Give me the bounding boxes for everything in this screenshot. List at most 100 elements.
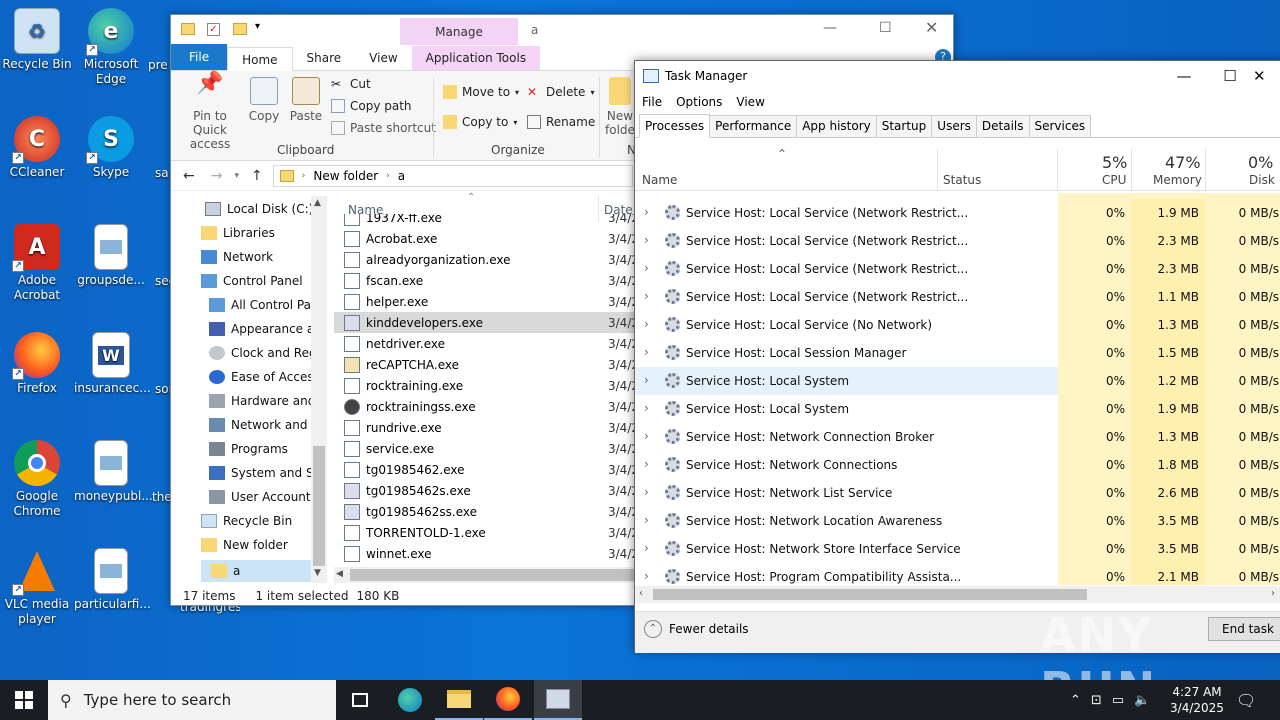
new-folder-qa-icon[interactable] bbox=[233, 23, 247, 35]
network-tray-icon[interactable]: ⊡ bbox=[1091, 693, 1102, 708]
column-status[interactable]: Status bbox=[943, 173, 981, 187]
nav-recycle-bin[interactable]: Recycle Bin bbox=[201, 514, 311, 528]
process-hscrollbar[interactable]: ‹ › bbox=[635, 586, 1280, 603]
copy-to-button[interactable]: Copy to ▾ bbox=[443, 115, 517, 129]
file-row[interactable]: service.exe3/4/2 bbox=[344, 438, 634, 459]
process-row[interactable]: › Service Host: Network Store Interface S… bbox=[635, 535, 1280, 563]
move-to-button[interactable]: Move to ▾ bbox=[443, 85, 519, 99]
tab-services[interactable]: Services bbox=[1028, 115, 1092, 137]
delete-button[interactable]: ✕ Delete ▾ bbox=[527, 85, 594, 99]
desktop-icon-vlc[interactable]: ↗ VLC media player bbox=[0, 548, 74, 627]
nav-network-internet[interactable]: Network and Ir bbox=[209, 418, 311, 432]
file-row[interactable]: winnet.exe3/4/2 bbox=[344, 543, 634, 564]
nav-scroll-thumb[interactable] bbox=[313, 446, 325, 566]
desktop-icon-groupsde[interactable]: groupsde... bbox=[74, 224, 148, 288]
close-button[interactable]: ✕ bbox=[1253, 61, 1280, 91]
process-row[interactable]: › Service Host: Network Connection Broker… bbox=[635, 423, 1280, 451]
tab-processes[interactable]: Processes bbox=[639, 114, 711, 138]
column-cpu[interactable]: CPU bbox=[1102, 173, 1126, 187]
nav-user-accounts[interactable]: User Accounts bbox=[209, 490, 311, 504]
file-row-selected[interactable]: kinddevelopers.exe3/4/2 bbox=[334, 312, 634, 333]
chevron-right-icon[interactable]: › bbox=[644, 233, 649, 247]
nav-new-folder[interactable]: New folder bbox=[201, 538, 311, 552]
minimize-button[interactable]: — bbox=[1161, 61, 1207, 91]
menu-view[interactable]: View bbox=[736, 95, 764, 109]
nav-clock-region[interactable]: Clock and Regi bbox=[209, 346, 311, 360]
nav-network[interactable]: Network bbox=[201, 250, 311, 264]
copy-path-button[interactable]: Copy path bbox=[331, 99, 412, 113]
tab-share[interactable]: Share bbox=[293, 46, 356, 70]
chevron-right-icon[interactable]: › bbox=[644, 317, 649, 331]
file-row[interactable]: reCAPTCHA.exe3/4/2 bbox=[344, 354, 634, 375]
scroll-down-icon[interactable]: ▼ bbox=[314, 568, 321, 578]
tab-view[interactable]: View bbox=[355, 46, 411, 70]
address-bar[interactable]: › New folder › a bbox=[272, 164, 633, 187]
desktop-icon-firefox[interactable]: ↗ Firefox bbox=[0, 332, 74, 396]
customize-qa-icon[interactable]: ▾ bbox=[255, 21, 260, 32]
notifications-button[interactable]: 🗨 bbox=[1236, 680, 1256, 720]
new-folder-button[interactable]: New folder bbox=[605, 77, 635, 137]
chevron-right-icon[interactable]: › bbox=[644, 485, 649, 499]
chevron-right-icon[interactable]: › bbox=[644, 569, 649, 583]
taskbar-file-explorer[interactable] bbox=[435, 680, 483, 720]
chevron-right-icon[interactable]: › bbox=[644, 289, 649, 303]
up-button[interactable]: ↑ bbox=[251, 168, 263, 184]
chevron-right-icon[interactable]: › bbox=[644, 429, 649, 443]
file-row[interactable]: tg01985462s.exe3/4/2 bbox=[344, 480, 634, 501]
pin-quick-access-button[interactable]: 📌 Pin to Quick access bbox=[177, 73, 243, 152]
nav-programs[interactable]: Programs bbox=[209, 442, 311, 456]
nav-all-control-panel[interactable]: All Control Par bbox=[209, 298, 311, 312]
maximize-button[interactable]: ☐ bbox=[1207, 61, 1253, 91]
nav-system-security[interactable]: System and Sec bbox=[209, 466, 311, 480]
start-button[interactable] bbox=[0, 680, 48, 720]
rename-button[interactable]: Rename bbox=[527, 115, 595, 129]
desktop-icon-recycle-bin[interactable]: ♻ Recycle Bin bbox=[0, 8, 74, 72]
minimize-button[interactable]: — bbox=[823, 20, 837, 36]
desktop-icon-moneypubl[interactable]: moneypubl... bbox=[74, 440, 153, 504]
taskbar-task-manager[interactable] bbox=[534, 680, 582, 720]
process-row[interactable]: › Service Host: Network List Service 0% 2.6… bbox=[635, 479, 1280, 507]
process-row[interactable]: › Service Host: Local Service (Network Re… bbox=[635, 283, 1280, 311]
process-row[interactable]: › Service Host: Local Service (Network Re… bbox=[635, 199, 1280, 227]
file-row[interactable]: fscan.exe3/4/2 bbox=[344, 270, 634, 291]
menu-file[interactable]: File bbox=[642, 95, 662, 109]
column-disk[interactable]: Disk bbox=[1249, 173, 1275, 187]
nav-ease-of-access[interactable]: Ease of Access bbox=[209, 370, 311, 384]
hscroll-thumb[interactable] bbox=[350, 569, 634, 581]
chevron-right-icon[interactable]: › bbox=[644, 541, 649, 555]
taskbar-edge[interactable] bbox=[386, 680, 434, 720]
file-row[interactable]: rocktraining.exe3/4/2 bbox=[344, 375, 634, 396]
fewer-details-button[interactable]: Fewer details bbox=[669, 622, 749, 636]
nav-libraries[interactable]: Libraries bbox=[201, 226, 311, 240]
process-row[interactable]: › Service Host: Network Location Awarenes… bbox=[635, 507, 1280, 535]
hscroll-thumb[interactable] bbox=[653, 589, 1087, 600]
tab-details[interactable]: Details bbox=[975, 115, 1030, 137]
scroll-up-icon[interactable]: ▲ bbox=[314, 198, 321, 208]
chevron-right-icon[interactable]: › bbox=[644, 513, 649, 527]
nav-scrollbar[interactable]: ▲ ▼ bbox=[311, 196, 327, 583]
nav-control-panel[interactable]: Control Panel bbox=[201, 274, 311, 288]
breadcrumb-a[interactable]: a bbox=[398, 169, 405, 183]
scroll-left-icon[interactable]: ‹ bbox=[639, 588, 643, 599]
maximize-button[interactable]: ☐ bbox=[879, 20, 892, 36]
nav-local-disk[interactable]: Local Disk (C:) bbox=[205, 202, 311, 216]
process-row[interactable]: › Service Host: Local Service (Network Re… bbox=[635, 255, 1280, 283]
process-row[interactable]: › Service Host: Local Service (Network Re… bbox=[635, 227, 1280, 255]
tab-application-tools[interactable]: Application Tools bbox=[411, 46, 541, 70]
chevron-right-icon[interactable]: › bbox=[644, 373, 649, 387]
chevron-right-icon[interactable]: › bbox=[644, 457, 649, 471]
properties-icon[interactable]: ✓ bbox=[207, 23, 220, 36]
chevron-right-icon[interactable]: › bbox=[644, 401, 649, 415]
desktop-icon-insurance[interactable]: W insurancec... bbox=[74, 332, 151, 396]
chevron-right-icon[interactable]: › bbox=[644, 205, 649, 219]
file-row[interactable]: rocktrainingss.exe3/4/2 bbox=[344, 396, 634, 417]
chevron-right-icon[interactable]: › bbox=[644, 345, 649, 359]
nav-hardware[interactable]: Hardware and bbox=[209, 394, 311, 408]
file-row[interactable]: rundrive.exe3/4/2 bbox=[344, 417, 634, 438]
process-row[interactable]: › Service Host: Local System 0% 1.9 MB 0 MB/… bbox=[635, 395, 1280, 423]
scroll-right-icon[interactable]: › bbox=[1271, 588, 1275, 599]
nav-a[interactable]: a bbox=[201, 560, 311, 582]
close-button[interactable]: ✕ bbox=[925, 18, 938, 37]
column-memory[interactable]: Memory bbox=[1153, 173, 1202, 187]
tab-app-history[interactable]: App history bbox=[796, 115, 877, 137]
